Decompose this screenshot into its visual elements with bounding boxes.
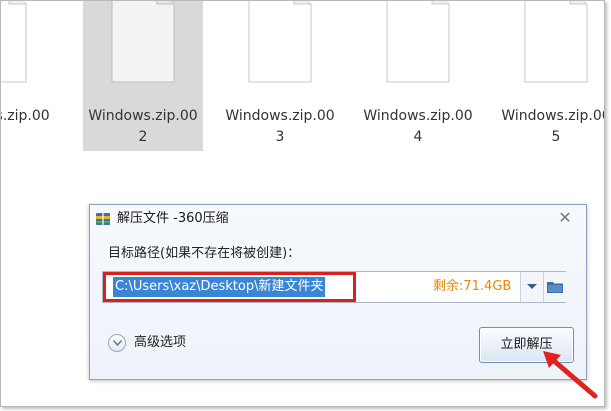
- file-name: Windows.zip.001: [1, 108, 50, 124]
- 360zip-icon: [96, 213, 110, 225]
- browse-folder-button[interactable]: [543, 272, 566, 302]
- chevron-down-icon: [527, 284, 537, 289]
- free-space-text: 剩余:71.4GB: [433, 279, 512, 294]
- dialog-title: 解压文件 -360压缩: [117, 211, 229, 226]
- file-item[interactable]: Windows.zip.00 3: [220, 1, 340, 151]
- file-name: Windows.zip.00 5: [501, 108, 605, 145]
- path-label: 目标路径(如果不存在将被创建)：: [108, 246, 301, 261]
- expand-circle-icon: [108, 334, 126, 352]
- annotation-highlight-box: [103, 272, 356, 302]
- close-icon: ✕: [558, 208, 572, 227]
- path-dropdown-button[interactable]: [520, 272, 543, 302]
- advanced-options-label: 高级选项: [134, 335, 187, 350]
- path-combobox[interactable]: C:\Users\xaz\Desktop\新建文件夹 剩余:71.4GB: [102, 271, 566, 303]
- document-icon: [1, 1, 27, 83]
- file-name: Windows.zip.00 2: [88, 108, 198, 145]
- dialog-titlebar[interactable]: 解压文件 -360压缩 ✕: [90, 205, 586, 231]
- folder-icon: [547, 282, 563, 293]
- file-name: Windows.zip.00 3: [225, 108, 335, 145]
- close-button[interactable]: ✕: [552, 207, 578, 229]
- file-item[interactable]: Windows.zip.00 4: [358, 1, 478, 151]
- document-icon: [524, 1, 588, 83]
- document-icon: [111, 1, 175, 83]
- file-item-selected[interactable]: Windows.zip.00 2: [83, 1, 203, 151]
- file-item[interactable]: Windows.zip.001: [1, 1, 55, 151]
- screenshot-frame: Windows.zip.001 Windows.zip.002 Windows.…: [0, 0, 605, 407]
- file-item[interactable]: Windows.zip.00 5: [496, 1, 605, 151]
- document-icon: [248, 1, 312, 83]
- red-arrow-icon: [543, 351, 598, 399]
- document-icon: [386, 1, 450, 83]
- file-name: Windows.zip.00 4: [363, 108, 473, 145]
- extract-dialog: 解压文件 -360压缩 ✕ 目标路径(如果不存在将被创建)： C:\Users\…: [89, 204, 587, 380]
